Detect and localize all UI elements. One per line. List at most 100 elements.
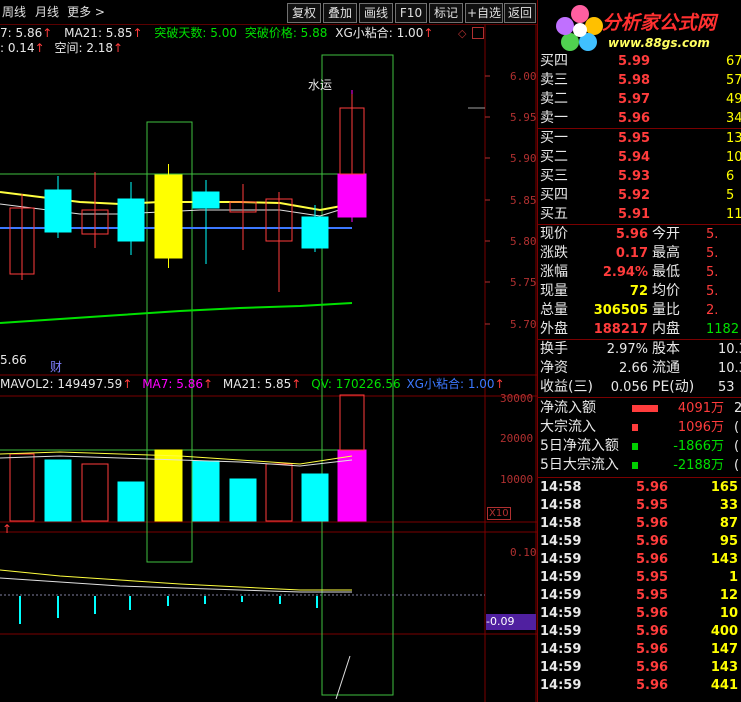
price-tick-label: 5.85 (510, 194, 537, 207)
tick-volume: 1 (728, 570, 738, 585)
overlay-button[interactable]: 叠加 (323, 3, 357, 23)
stat-label: 涨幅 (540, 264, 568, 280)
finance-marker[interactable]: 财 (50, 360, 62, 374)
stat-value: 10.3 (718, 342, 741, 357)
tick-row: 14:58 5.95 33 (538, 497, 741, 516)
bid-row[interactable]: 买五 5.91 11 (538, 205, 741, 224)
chart-toolbar: 周线 月线 更多 > 复权 叠加 画线 F10 标记 +自选 返回 (0, 0, 537, 25)
vol-xg-value: XG小粘合: 1.00 (406, 377, 495, 391)
ask-price: 5.97 (618, 92, 651, 107)
stat-row: 收益(三) 0.056 PE(动) 53 (538, 378, 741, 397)
tick-row: 14:59 5.96 95 (538, 533, 741, 552)
bid-label: 买二 (540, 149, 568, 165)
more-menu[interactable]: 更多 > (65, 3, 107, 21)
volume-tick-label: 30000 (500, 392, 533, 405)
flower-logo-icon (556, 5, 603, 51)
f10-button[interactable]: F10 (395, 3, 427, 23)
vol-ma7-value: MA7: 5.86 (142, 377, 203, 391)
tick-price: 5.96 (636, 660, 669, 675)
volume-bar (301, 473, 329, 522)
bid-row[interactable]: 买一 5.95 13 (538, 129, 741, 148)
stat-value: 10.3 (718, 361, 741, 376)
logo-title: 分析家公式网 (602, 12, 717, 34)
tick-price: 5.96 (636, 534, 669, 549)
stat-value: 5. (706, 284, 719, 299)
tick-price: 5.96 (636, 516, 669, 531)
lower-tick-label: 0.10 (510, 546, 537, 559)
volume-bar (192, 460, 220, 522)
bid-row[interactable]: 买三 5.93 6 (538, 167, 741, 186)
kline-chart-area[interactable]: 7: 5.86↑ MA21: 5.85↑ 突破天数: 5.00 突破价格: 5.… (0, 24, 537, 702)
tick-row: 14:59 5.96 143 (538, 551, 741, 570)
bid-price: 5.92 (618, 188, 651, 203)
flow-bar (632, 405, 658, 412)
stat-label: 今开 (652, 226, 680, 242)
zoom-x10-button[interactable]: X10 (487, 507, 511, 520)
weekly-tab[interactable]: 周线 (0, 3, 28, 21)
stat-label: 总量 (540, 302, 568, 318)
stat-row: 涨跌 0.17 最高 5. (538, 244, 741, 263)
tick-price: 5.96 (636, 552, 669, 567)
left-low-price: 5.66 (0, 353, 27, 367)
tick-time: 14:59 (540, 606, 582, 621)
stat-value: 0.17 (615, 246, 648, 261)
back-button[interactable]: 返回 (504, 3, 536, 23)
chart-canvas[interactable]: 6.00 5.95 5.90 5.85 5.80 5.75 5.70 30000 20000 10… (0, 24, 537, 702)
tick-volume: 95 (719, 534, 738, 549)
stat-value: 2.94% (602, 265, 648, 280)
candle-body (337, 173, 367, 218)
up-arrow-marker: ↑ (2, 522, 13, 536)
stat-value: 5.96 (615, 227, 648, 242)
lower-axis-current-value: -0.09 (486, 614, 536, 630)
fund-flow-row: 5日净流入额 -1866万 ( (538, 437, 741, 456)
bid-volume: 10 (726, 150, 741, 165)
bid-label: 买五 (540, 206, 568, 222)
tick-volume: 87 (719, 516, 738, 531)
tick-volume: 143 (710, 660, 738, 675)
bid-row[interactable]: 买二 5.94 10 (538, 148, 741, 167)
price-tick-label: 6.00 (510, 70, 537, 83)
stat-row: 涨幅 2.94% 最低 5. (538, 263, 741, 282)
bid-volume: 13 (726, 131, 741, 146)
tick-row: 14:59 5.96 441 (538, 677, 741, 696)
volume-tick-label: 10000 (500, 473, 533, 486)
ask-row[interactable]: 卖一 5.96 34 (538, 109, 741, 128)
adjust-button[interactable]: 复权 (287, 3, 321, 23)
ask-row[interactable]: 卖二 5.97 49 (538, 90, 741, 109)
bid-row[interactable]: 买四 5.92 5 (538, 186, 741, 205)
bid-label: 买三 (540, 168, 568, 184)
ask-row[interactable]: 买四 5.99 67 (538, 52, 741, 71)
tick-row: 14:59 5.95 12 (538, 587, 741, 606)
ask-row[interactable]: 卖三 5.98 57 (538, 71, 741, 90)
volume-bar (265, 463, 293, 522)
stat-value: 72 (629, 284, 648, 299)
tick-volume: 441 (710, 678, 738, 693)
stat-value: 188217 (593, 322, 648, 337)
stat-value: 5. (706, 246, 719, 261)
volume-bar (339, 394, 365, 451)
stat-label: 均价 (652, 283, 680, 299)
stat-value: 306505 (593, 303, 648, 318)
logo-banner[interactable]: 分析家公式网 www.88gs.com (538, 0, 741, 56)
flow-bar (632, 424, 638, 431)
price-tick-label: 5.70 (510, 318, 537, 331)
tick-time: 14:59 (540, 588, 582, 603)
volume-bar (9, 453, 35, 522)
draw-line-button[interactable]: 画线 (359, 3, 393, 23)
bid-price: 5.94 (618, 150, 651, 165)
price-tick-label: 5.75 (510, 276, 537, 289)
stat-label: 净资 (540, 360, 568, 376)
tick-volume: 143 (710, 552, 738, 567)
mavol2-value: MAVOL2: 149497.59 (0, 377, 123, 391)
tick-price: 5.95 (636, 570, 669, 585)
mark-button[interactable]: 标记 (429, 3, 463, 23)
tick-time: 14:59 (540, 660, 582, 675)
monthly-tab[interactable]: 月线 (32, 3, 62, 21)
ask-volume: 67 (726, 54, 741, 69)
add-favorite-button[interactable]: +自选 (465, 3, 503, 23)
bid-price: 5.91 (618, 207, 651, 222)
price-tick-label: 5.80 (510, 235, 537, 248)
tick-volume: 12 (719, 588, 738, 603)
flow-label: 大宗流入 (540, 419, 596, 435)
volume-tick-label: 20000 (500, 432, 533, 445)
